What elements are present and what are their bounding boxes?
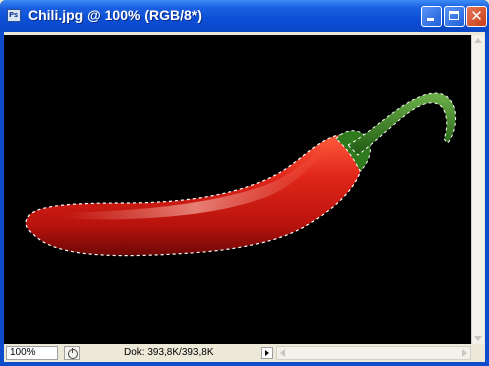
maximize-button[interactable]	[444, 6, 465, 27]
pepper-stem	[347, 92, 457, 156]
status-info-icon[interactable]	[64, 346, 80, 360]
status-bar: 100% Dok: 393,8K/393,8K	[4, 344, 485, 362]
photoshop-document-icon[interactable]: Ps	[7, 9, 21, 22]
vertical-scrollbar[interactable]	[471, 35, 484, 344]
play-arrow-icon[interactable]	[261, 347, 273, 359]
scroll-right-arrow-icon[interactable]	[462, 349, 467, 357]
document-size-info: Dok: 393,8K/393,8K	[124, 347, 214, 358]
resize-grip[interactable]	[472, 346, 485, 360]
pepper-body	[25, 134, 364, 257]
minimize-button[interactable]	[421, 6, 442, 27]
title-bar[interactable]: Ps Chili.jpg @ 100% (RGB/8*) ✕	[0, 0, 489, 32]
document-window: Ps Chili.jpg @ 100% (RGB/8*) ✕ 100% Dok:…	[0, 0, 489, 366]
minimize-icon	[422, 7, 441, 26]
scroll-up-arrow-icon[interactable]	[474, 38, 482, 43]
horizontal-scrollbar[interactable]	[276, 346, 471, 360]
circle-icon	[68, 349, 78, 359]
close-button[interactable]: ✕	[466, 6, 487, 27]
window-title: Chili.jpg @ 100% (RGB/8*)	[28, 7, 202, 23]
image-canvas[interactable]	[4, 35, 471, 344]
chili-image	[25, 92, 457, 257]
zoom-level-field[interactable]: 100%	[6, 346, 58, 360]
maximize-icon	[445, 7, 464, 26]
scroll-down-arrow-icon[interactable]	[474, 336, 482, 341]
scroll-left-arrow-icon[interactable]	[280, 349, 285, 357]
close-icon: ✕	[470, 7, 483, 25]
clock-hand	[72, 348, 73, 353]
